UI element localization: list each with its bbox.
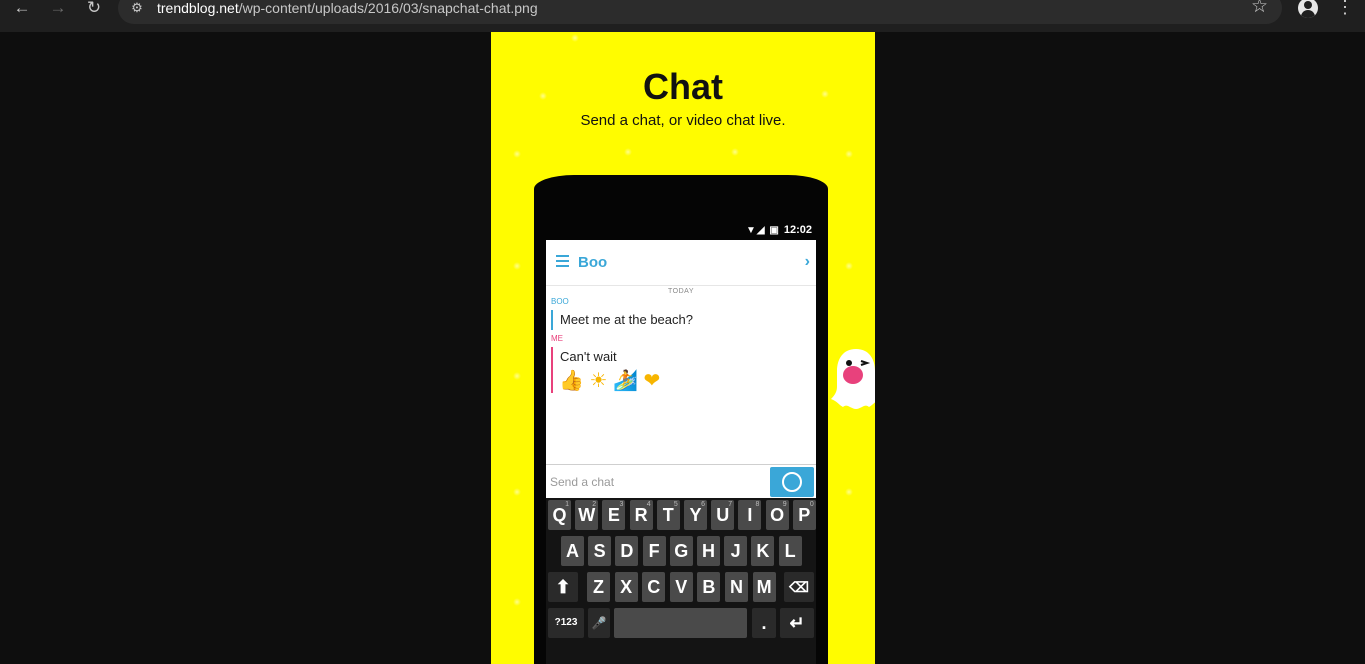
message-body: Can't wait bbox=[560, 349, 617, 364]
key-hint: 7 bbox=[728, 501, 733, 508]
sparkle-decoration bbox=[513, 372, 521, 380]
status-icons: ▼◢ ▣ bbox=[746, 225, 780, 236]
microphone-icon[interactable]: 🎤 bbox=[588, 608, 610, 638]
heart-icon: ❤ bbox=[643, 370, 661, 392]
sparkle-decoration bbox=[624, 148, 632, 156]
key-y[interactable]: Y6 bbox=[684, 500, 707, 530]
key-l[interactable]: L bbox=[778, 536, 802, 566]
message-text: Meet me at the beach? bbox=[551, 310, 693, 330]
hamburger-menu-icon[interactable] bbox=[556, 255, 569, 267]
thumbs-up-icon: 👍 bbox=[559, 370, 584, 392]
key-i[interactable]: I8 bbox=[738, 500, 762, 530]
sparkle-decoration bbox=[513, 598, 521, 606]
key-n[interactable]: N bbox=[725, 572, 748, 602]
key-f[interactable]: F bbox=[642, 536, 666, 566]
key-h[interactable]: H bbox=[697, 536, 720, 566]
poster-title: Chat bbox=[643, 66, 723, 107]
key-t[interactable]: T5 bbox=[656, 500, 680, 530]
key-hint: 2 bbox=[592, 501, 597, 508]
url-text[interactable]: trendblog.net/wp-content/uploads/2016/03… bbox=[157, 0, 538, 17]
key-hint: 1 bbox=[565, 501, 569, 508]
message-sender: BOO bbox=[551, 297, 569, 306]
key-r[interactable]: R4 bbox=[629, 500, 653, 530]
camera-capture-button[interactable] bbox=[770, 467, 814, 497]
status-time: 12:02 bbox=[783, 224, 812, 236]
back-button[interactable]: ← bbox=[8, 0, 36, 18]
chat-header: Boo › bbox=[546, 240, 816, 286]
displayed-image: Chat Send a chat, or video chat live. ▼◢… bbox=[491, 32, 875, 664]
chat-input[interactable]: Send a chat bbox=[550, 475, 614, 489]
sparkle-decoration bbox=[571, 34, 579, 42]
sparkle-decoration bbox=[845, 150, 853, 158]
key-hint: 5 bbox=[673, 501, 678, 508]
key-j[interactable]: J bbox=[724, 536, 748, 566]
emoji-row: 👍 ☀ 🏄 ❤ bbox=[559, 369, 660, 393]
snapchat-ghost-mascot bbox=[831, 349, 875, 409]
key-z[interactable]: Z bbox=[587, 572, 610, 602]
address-bar[interactable]: ⚙ trendblog.net/wp-content/uploads/2016/… bbox=[118, 0, 1282, 24]
site-info-icon[interactable]: ⚙ bbox=[128, 1, 146, 15]
url-host: trendblog.net bbox=[157, 0, 239, 16]
space-key[interactable] bbox=[614, 608, 747, 638]
sparkle-decoration bbox=[513, 488, 521, 496]
chat-contact-name: Boo bbox=[578, 254, 608, 271]
poster-subtitle: Send a chat, or video chat live. bbox=[580, 112, 786, 129]
chat-screen: Boo › TODAY BOO Meet me at the beach? ME… bbox=[546, 240, 816, 498]
sun-icon: ☀ bbox=[589, 370, 608, 392]
key-hint: 8 bbox=[755, 501, 760, 508]
chat-input-bar: Send a chat bbox=[546, 464, 816, 498]
sparkle-decoration bbox=[513, 262, 521, 270]
key-m[interactable]: M bbox=[752, 572, 776, 602]
key-k[interactable]: K bbox=[751, 536, 775, 566]
key-g[interactable]: G bbox=[669, 536, 693, 566]
key-hint: 0 bbox=[809, 501, 814, 508]
reload-button[interactable]: ↻ bbox=[80, 0, 108, 18]
key-hint: 3 bbox=[619, 501, 624, 508]
key-d[interactable]: D bbox=[615, 536, 639, 566]
profile-avatar-icon[interactable] bbox=[1298, 0, 1318, 18]
key-hint: 4 bbox=[646, 501, 651, 508]
key-o[interactable]: O9 bbox=[765, 500, 789, 530]
day-divider: TODAY bbox=[668, 288, 694, 295]
key-x[interactable]: X bbox=[614, 572, 638, 602]
enter-key[interactable]: ↵ bbox=[780, 608, 814, 638]
on-screen-keyboard: ⬆ ⌫ ?123 🎤 . ↵ Q1W2E3R4T5Y6U7I8O9P0 ASDFG… bbox=[546, 498, 816, 664]
sparkle-decoration bbox=[845, 488, 853, 496]
message-sender: ME bbox=[551, 334, 563, 343]
url-path: /wp-content/uploads/2016/03/snapchat-cha… bbox=[238, 0, 538, 16]
phone-mockup: ▼◢ ▣ 12:02 Boo › TODAY BOO Meet me at the… bbox=[534, 175, 828, 664]
key-hint: 6 bbox=[701, 501, 705, 508]
key-w[interactable]: W2 bbox=[575, 500, 599, 530]
key-u[interactable]: U7 bbox=[711, 500, 735, 530]
key-s[interactable]: S bbox=[588, 536, 612, 566]
key-c[interactable]: C bbox=[642, 572, 666, 602]
shift-key[interactable]: ⬆ bbox=[548, 572, 578, 602]
key-p[interactable]: P0 bbox=[792, 500, 816, 530]
sparkle-decoration bbox=[513, 150, 521, 158]
surfer-icon: 🏄 bbox=[612, 370, 638, 392]
key-b[interactable]: B bbox=[697, 572, 721, 602]
browser-menu-button[interactable]: ⋮ bbox=[1336, 0, 1354, 18]
chevron-right-icon[interactable]: › bbox=[805, 253, 810, 271]
sparkle-decoration bbox=[845, 262, 853, 270]
period-key[interactable]: . bbox=[752, 608, 776, 638]
backspace-key[interactable]: ⌫ bbox=[784, 572, 814, 602]
key-hint: 9 bbox=[782, 501, 787, 508]
phone-status-bar: ▼◢ ▣ 12:02 bbox=[746, 223, 812, 237]
symbols-key[interactable]: ?123 bbox=[548, 608, 584, 638]
forward-button[interactable]: → bbox=[44, 0, 72, 18]
key-e[interactable]: E3 bbox=[602, 500, 626, 530]
sparkle-decoration bbox=[731, 148, 739, 156]
browser-toolbar: ← → ↻ ⚙ trendblog.net/wp-content/uploads… bbox=[0, 0, 1365, 32]
bookmark-star-icon[interactable]: ☆ bbox=[1251, 0, 1268, 17]
key-a[interactable]: A bbox=[561, 536, 584, 566]
key-q[interactable]: Q1 bbox=[548, 500, 571, 530]
key-v[interactable]: V bbox=[669, 572, 693, 602]
